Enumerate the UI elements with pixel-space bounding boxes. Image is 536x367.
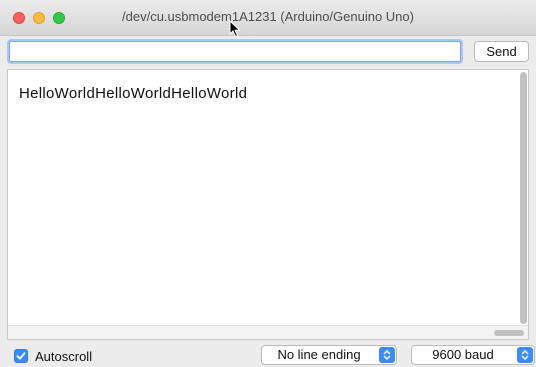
status-bar: Autoscroll No line ending 9600 baud (0, 341, 536, 367)
serial-input[interactable] (9, 41, 461, 62)
checkmark-icon (16, 352, 26, 360)
toolbar: Send (0, 36, 536, 68)
select-stepper-icon (379, 347, 395, 363)
autoscroll-checkbox[interactable] (14, 349, 28, 363)
line-ending-value: No line ending (277, 347, 361, 362)
line-ending-select[interactable]: No line ending (261, 345, 397, 365)
baud-rate-value: 9600 baud (432, 347, 494, 362)
send-button[interactable]: Send (474, 41, 529, 62)
horizontal-scroll-track[interactable] (8, 325, 528, 339)
autoscroll-label: Autoscroll (35, 349, 93, 364)
horizontal-scrollbar[interactable] (494, 330, 524, 336)
select-stepper-icon (517, 347, 533, 363)
serial-output-text: HelloWorldHelloWorldHelloWorld (19, 85, 248, 102)
title-bar: /dev/cu.usbmodem1A1231 (Arduino/Genuino … (0, 0, 536, 38)
serial-output-area[interactable]: HelloWorldHelloWorldHelloWorld (7, 69, 529, 340)
vertical-scrollbar[interactable] (520, 72, 527, 324)
window-title: /dev/cu.usbmodem1A1231 (Arduino/Genuino … (122, 9, 414, 24)
baud-rate-select[interactable]: 9600 baud (411, 345, 535, 365)
